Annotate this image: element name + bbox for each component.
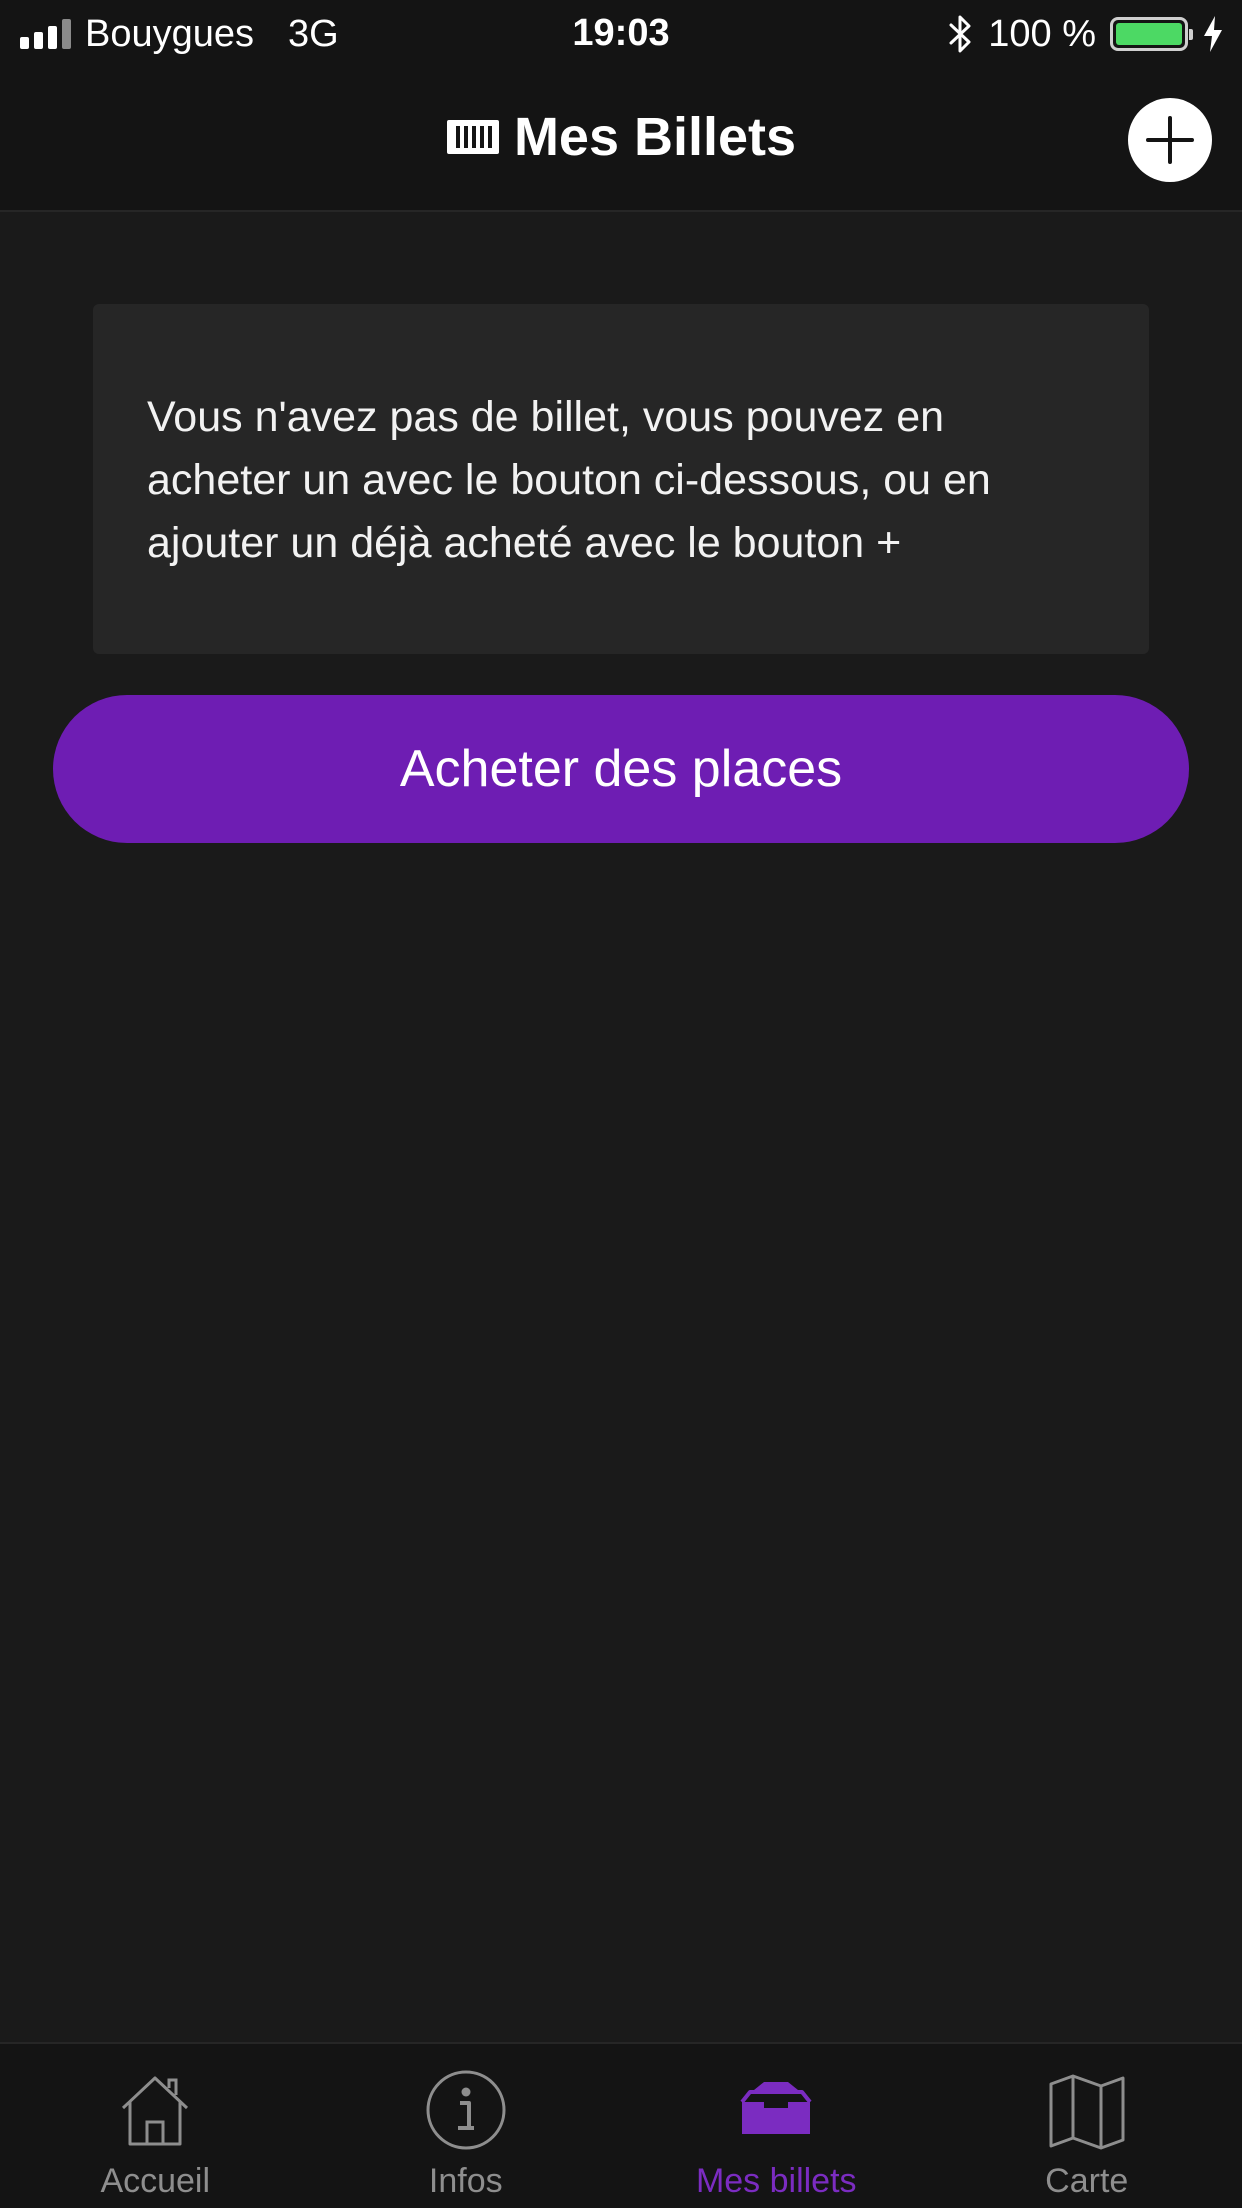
screen: Bouygues 3G 19:03 100 % Mes Billets Vous… [0, 0, 1242, 2208]
charging-icon [1204, 16, 1222, 52]
ticket-icon [446, 120, 499, 154]
status-right: 100 % [948, 12, 1224, 56]
tab-accueil[interactable]: Accueil [0, 2044, 311, 2208]
tab-label: Infos [428, 2162, 503, 2200]
buy-tickets-button[interactable]: Acheter des places [53, 695, 1189, 843]
battery-percent: 100 % [988, 12, 1096, 55]
tab-label: Mes billets [695, 2162, 857, 2200]
status-bar: Bouygues 3G 19:03 100 % [0, 0, 1242, 68]
page-title-text: Mes Billets [513, 107, 797, 167]
battery-fill [1116, 23, 1182, 45]
bluetooth-icon [949, 15, 971, 53]
plus-icon [1146, 116, 1194, 164]
inbox-icon [740, 2082, 812, 2134]
empty-tickets-message: Vous n'avez pas de billet, vous pouvez e… [147, 393, 991, 567]
tab-carte[interactable]: Carte [932, 2044, 1242, 2208]
battery-icon [1110, 17, 1193, 51]
navigation-bar: Mes Billets [0, 68, 1242, 212]
empty-tickets-card: Vous n'avez pas de billet, vous pouvez e… [93, 304, 1149, 654]
info-icon [426, 2070, 506, 2150]
add-ticket-button[interactable] [1128, 98, 1212, 182]
page-title: Mes Billets [0, 106, 1242, 168]
home-icon [122, 2076, 189, 2146]
map-icon [1049, 2074, 1125, 2150]
tab-mes-billets[interactable]: Mes billets [621, 2044, 932, 2208]
tab-label: Accueil [100, 2162, 211, 2200]
tab-bar: Accueil Infos Mes billets Carte [0, 2042, 1242, 2208]
tab-infos[interactable]: Infos [311, 2044, 622, 2208]
tab-label: Carte [1045, 2162, 1129, 2200]
